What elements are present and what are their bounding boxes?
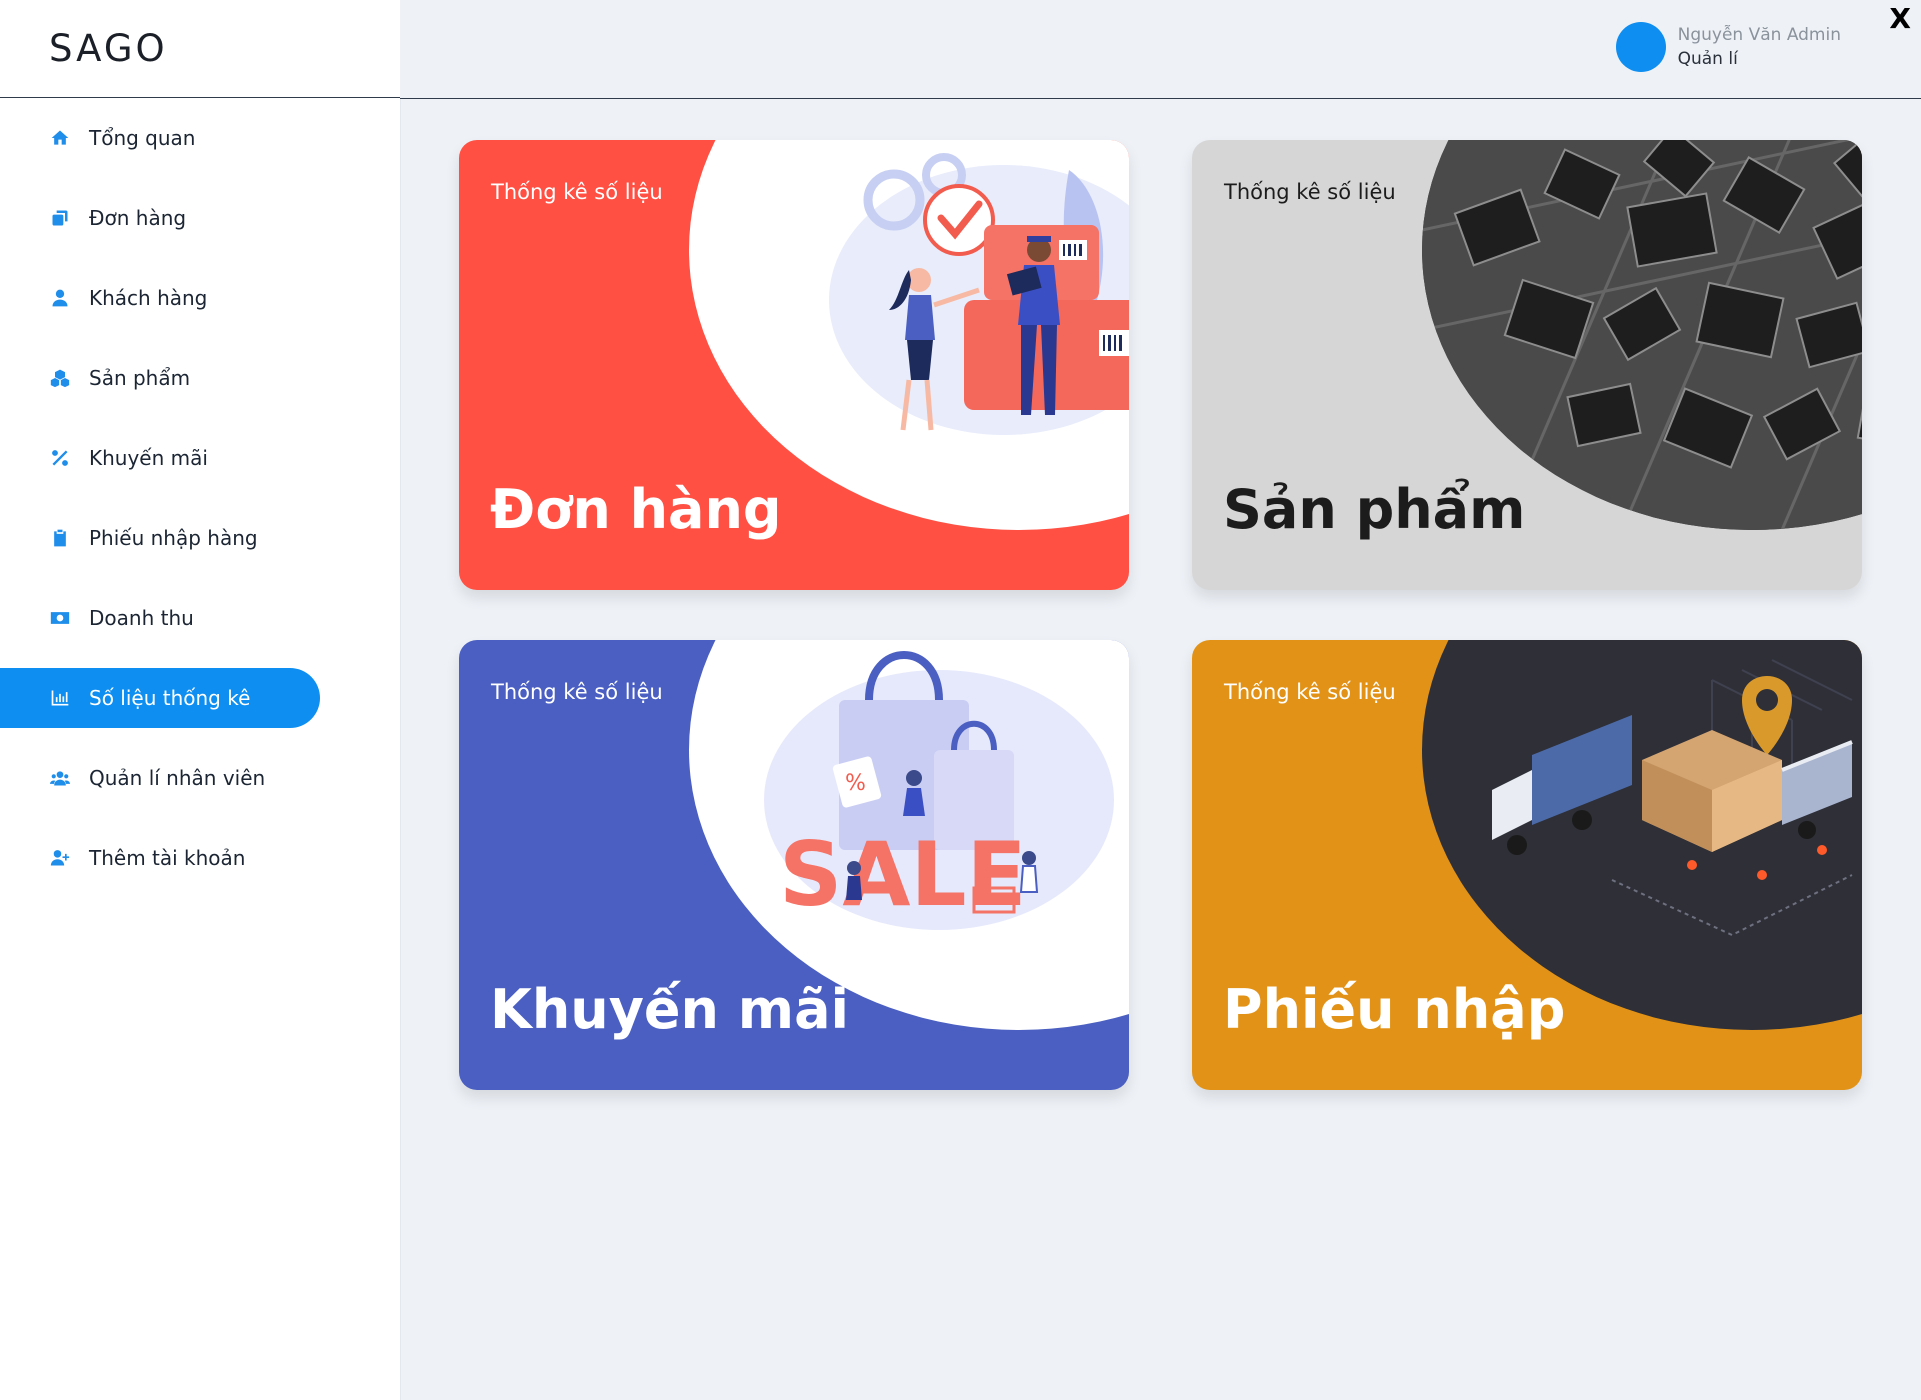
card-illustration-bubble [1422, 640, 1862, 1030]
sidebar-item-orders[interactable]: Đơn hàng [0, 188, 320, 248]
card-title: Sản phẩm [1223, 478, 1526, 541]
user-info: Nguyễn Văn Admin Quản lí [1678, 23, 1841, 71]
card-kicker: Thống kê số liệu [491, 180, 663, 204]
sidebar-item-label: Đơn hàng [89, 206, 187, 230]
close-button[interactable]: X [1889, 4, 1911, 34]
sidebar-item-label: Tổng quan [89, 126, 196, 150]
sidebar-item-label: Khách hàng [89, 286, 208, 310]
card-illustration-bubble [689, 140, 1129, 530]
sidebar-item-goods-receipt[interactable]: Phiếu nhập hàng [0, 508, 320, 568]
sidebar-item-label: Thêm tài khoản [89, 846, 246, 870]
sidebar-item-label: Khuyến mãi [89, 446, 208, 470]
warehouse-illustration [1492, 659, 1853, 937]
card-kicker: Thống kê số liệu [1224, 680, 1396, 704]
sidebar-item-label: Doanh thu [89, 606, 194, 630]
card-title: Khuyến mãi [490, 978, 850, 1041]
user-role: Quản lí [1677, 49, 1738, 69]
sidebar-item-customers[interactable]: Khách hàng [0, 268, 320, 328]
home-icon [49, 127, 71, 149]
avatar[interactable] [1615, 22, 1666, 72]
sidebar-item-revenue[interactable]: Doanh thu [0, 588, 320, 648]
copy-icon [49, 207, 71, 229]
sidebar-item-products[interactable]: Sản phẩm [0, 348, 320, 408]
books-photo [1422, 140, 1862, 530]
card-products[interactable]: Thống kê số liệu Sản phẩm [1192, 140, 1862, 590]
card-title: Đơn hàng [490, 478, 782, 541]
sidebar-item-label: Quản lí nhân viên [89, 766, 266, 790]
sidebar-item-label: Số liệu thống kê [89, 686, 251, 710]
user-profile[interactable]: Nguyễn Văn Admin Quản lí [1615, 22, 1841, 72]
card-illustration-bubble: SALE % [689, 640, 1129, 1030]
sidebar-nav: Tổng quan Đơn hàng Khách hàng Sản phẩm K… [0, 98, 400, 888]
user-plus-icon [49, 847, 71, 869]
users-icon [49, 767, 71, 789]
cubes-icon [49, 367, 71, 389]
sidebar-item-statistics[interactable]: Số liệu thống kê [0, 668, 320, 728]
sidebar: SAGO Tổng quan Đơn hàng Khách hàng Sản p… [0, 0, 400, 1400]
card-illustration-bubble [1422, 140, 1862, 530]
sidebar-item-overview[interactable]: Tổng quan [0, 108, 320, 168]
card-title: Phiếu nhập [1223, 978, 1566, 1041]
card-kicker: Thống kê số liệu [1224, 180, 1396, 204]
card-orders[interactable]: Thống kê số liệu Đơn hàng [459, 140, 1129, 590]
clipboard-icon [49, 527, 71, 549]
card-kicker: Thống kê số liệu [491, 680, 663, 704]
svg-text:%: % [845, 771, 866, 796]
brand-logo-text: SAGO [49, 27, 168, 70]
top-header: Nguyễn Văn Admin Quản lí X [400, 0, 1921, 99]
sidebar-item-staff[interactable]: Quản lí nhân viên [0, 748, 320, 808]
delivery-illustration [829, 153, 1129, 435]
user-name: Nguyễn Văn Admin [1677, 25, 1841, 45]
user-icon [49, 287, 71, 309]
money-bill-icon [49, 607, 71, 629]
card-goods-receipt[interactable]: Thống kê số liệu Phiếu nhập [1192, 640, 1862, 1090]
sidebar-item-promotions[interactable]: Khuyến mãi [0, 428, 320, 488]
percent-icon [49, 447, 71, 469]
card-promotions[interactable]: SALE % Thống kê số liệu Khuyến mãi [459, 640, 1129, 1090]
sidebar-item-add-account[interactable]: Thêm tài khoản [0, 828, 320, 888]
sale-illustration: SALE % [764, 651, 1114, 930]
brand-logo[interactable]: SAGO [0, 0, 400, 98]
sidebar-item-label: Phiếu nhập hàng [89, 526, 258, 550]
sidebar-item-label: Sản phẩm [89, 366, 191, 390]
chart-bar-icon [49, 687, 71, 709]
